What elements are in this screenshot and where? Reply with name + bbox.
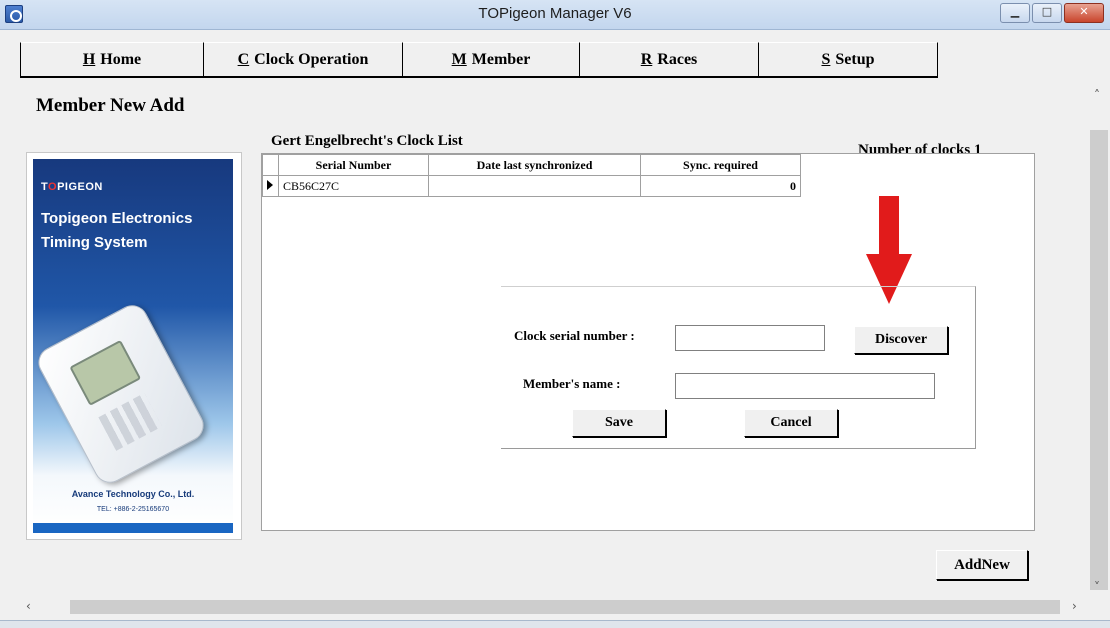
close-icon: ✕ (1079, 5, 1089, 18)
banner-tagline: Topigeon Electronics Timing System (41, 207, 192, 255)
menu-home-hotkey: H (82, 50, 96, 68)
horizontal-scroll-thumb[interactable] (70, 600, 1060, 614)
device-keypad (98, 392, 163, 451)
col-sync-required[interactable]: Sync. required (640, 154, 801, 176)
vertical-scroll-thumb[interactable] (1090, 130, 1108, 590)
member-name-input[interactable] (675, 373, 935, 399)
scroll-left-icon[interactable]: ‹ (26, 599, 31, 613)
close-button[interactable]: ✕ (1064, 3, 1104, 23)
clock-list-title: Gert Engelbrecht's Clock List (271, 133, 463, 149)
banner-tagline-line2: Timing System (41, 234, 148, 251)
menu-bar: H Home C Clock Operation M Member R Races SS… (20, 42, 938, 78)
col-date-last-synchronized[interactable]: Date last synchronized (428, 154, 641, 176)
maximize-icon: □ (1041, 5, 1053, 18)
company-name: Avance Technology Co., Ltd. (71, 489, 195, 499)
table-row[interactable]: CB56C27C 0 (262, 175, 801, 197)
page-title: Member New Add (36, 95, 185, 116)
table-header-row: Serial Number Date last synchronized Syn… (262, 154, 801, 176)
clock-serial-input[interactable] (675, 325, 825, 351)
window-controls: ▁ □ ✕ (998, 3, 1104, 23)
menu-clock-operation-label: Clock Operation (254, 50, 369, 68)
brand-logo: TOPIGEON (41, 181, 103, 193)
col-serial-number[interactable]: Serial Number (278, 154, 429, 176)
cell-date[interactable] (428, 175, 641, 197)
vertical-scrollbar[interactable]: ˄ ˅ (1088, 84, 1110, 600)
minimize-button[interactable]: ▁ (1000, 3, 1030, 23)
banner-tagline-line1: Topigeon Electronics (41, 210, 193, 227)
scroll-up-icon[interactable]: ˄ (1094, 88, 1100, 102)
window-title: TOPigeon Manager V6 (478, 5, 632, 22)
clock-serial-label: Clock serial number : (514, 328, 635, 343)
save-button[interactable]: Save (572, 409, 666, 437)
menu-races-label: Races (657, 50, 698, 68)
menu-races-hotkey: R (640, 50, 653, 68)
row-selector[interactable] (262, 175, 279, 197)
menu-home-label: Home (100, 50, 142, 68)
title-bar: TOPigeon Manager V6 ▁ □ ✕ (0, 0, 1110, 30)
discover-button[interactable]: Discover (854, 326, 948, 354)
menu-setup-hotkey: S (821, 50, 831, 68)
menu-member-label: Member (471, 50, 531, 68)
banner-strip (33, 523, 233, 533)
window-bottom-edge (0, 620, 1110, 628)
cell-serial[interactable]: CB56C27C (278, 175, 429, 197)
scroll-right-icon[interactable]: › (1072, 599, 1077, 613)
menu-clock-operation[interactable]: C Clock Operation (203, 42, 403, 78)
cancel-button[interactable]: Cancel (744, 409, 838, 437)
clock-device-image (33, 299, 210, 489)
menu-clock-operation-hotkey: C (237, 50, 250, 68)
menu-setup-label: Setup (835, 50, 875, 68)
banner-image: TOPIGEON Topigeon Electronics Timing Sys… (33, 159, 233, 527)
product-banner: TOPIGEON Topigeon Electronics Timing Sys… (26, 152, 242, 540)
minimize-icon: ▁ (1010, 5, 1020, 18)
member-name-label: Member's name : (523, 376, 621, 391)
device-screen (69, 339, 142, 406)
horizontal-scrollbar[interactable]: ‹ › (20, 598, 1088, 616)
company-tel: TEL: +886-2-25165670 (96, 506, 170, 513)
current-row-icon (267, 179, 273, 190)
scroll-down-icon[interactable]: ˅ (1094, 580, 1100, 594)
clock-list-table: Serial Number Date last synchronized Syn… (262, 154, 801, 197)
row-header-corner (262, 154, 279, 176)
menu-member-hotkey: M (451, 50, 467, 68)
menu-home[interactable]: H Home (20, 42, 204, 78)
cell-sync[interactable]: 0 (640, 175, 801, 197)
maximize-button[interactable]: □ (1032, 3, 1062, 23)
menu-races[interactable]: R Races (579, 42, 759, 78)
menu-member[interactable]: M Member (402, 42, 580, 78)
menu-setup[interactable]: S Setup (758, 42, 938, 78)
add-new-button[interactable]: AddNew (936, 550, 1028, 580)
